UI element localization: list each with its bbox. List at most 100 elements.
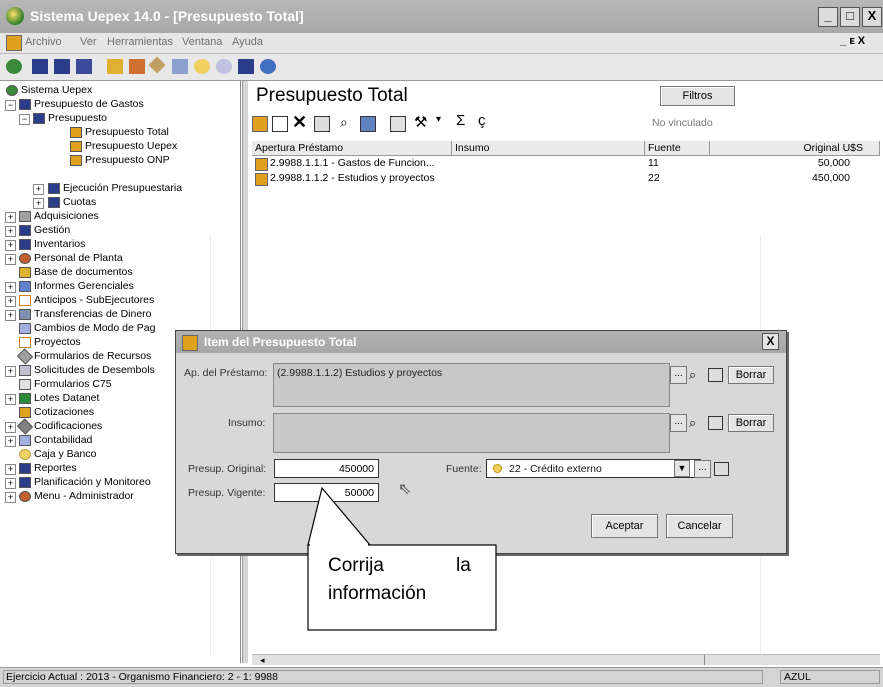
table-row[interactable]: 2.9988.1.1.2 - Estudios y proyectos 22 4… — [252, 172, 880, 186]
coin-icon[interactable] — [194, 59, 210, 74]
tree-item-caja-y-banco[interactable]: Caja y Banco — [19, 447, 96, 461]
ap-prestamo-browse-button[interactable]: ... — [670, 366, 687, 384]
delete-icon[interactable]: ✕ — [292, 112, 307, 133]
expand-icon[interactable]: + — [5, 478, 16, 489]
search-icon[interactable]: ⌕ — [340, 114, 348, 131]
scroll-left-icon[interactable]: ◂ — [260, 655, 265, 665]
expand-icon[interactable]: + — [5, 366, 16, 377]
tree-item-lotes-datanet[interactable]: Lotes Datanet — [19, 391, 99, 405]
tree-item-presupuesto-de-gastos[interactable]: Presupuesto de Gastos — [19, 97, 144, 111]
insumo-browse-button[interactable]: ... — [670, 414, 687, 432]
collapse-icon[interactable]: − — [5, 100, 16, 111]
tree-item-reportes[interactable]: Reportes — [19, 461, 77, 475]
tree-item-formularios-recursos[interactable]: Formularios de Recursos — [16, 348, 151, 365]
horizontal-scrollbar[interactable]: ◂ — [252, 654, 880, 665]
currency-icon[interactable]: ç — [478, 112, 486, 129]
menu-ventana[interactable]: Ventana — [182, 36, 222, 48]
tree-item-menu-administrador[interactable]: Menu - Administrador — [19, 489, 134, 503]
expand-icon[interactable]: + — [5, 296, 16, 307]
table-row[interactable]: 2.9988.1.1.1 - Gastos de Funcion... 11 5… — [252, 157, 880, 171]
edit-icon[interactable] — [252, 116, 268, 132]
tree-item-inventarios[interactable]: Inventarios — [19, 237, 85, 251]
tree-item-cuotas[interactable]: Cuotas — [48, 195, 96, 209]
properties-icon[interactable] — [708, 416, 723, 430]
mdi-restore-button[interactable]: ᴇ — [849, 35, 855, 47]
tree-item-transferencias[interactable]: Transferencias de Dinero — [19, 307, 152, 321]
expand-icon[interactable]: + — [5, 422, 16, 433]
tree-item-planificacion[interactable]: Planificación y Monitoreo — [19, 475, 151, 489]
properties-icon[interactable] — [708, 368, 723, 382]
tree-item-presupuesto-onp[interactable]: Presupuesto ONP — [70, 153, 170, 167]
tree-item-base-de-documentos[interactable]: Base de documentos — [19, 265, 133, 279]
expand-icon[interactable]: + — [5, 394, 16, 405]
check-icon[interactable] — [172, 59, 188, 74]
column-insumo[interactable]: Insumo — [452, 141, 645, 155]
quotas-icon[interactable] — [76, 59, 92, 74]
tree-item-personal-de-planta[interactable]: Personal de Planta — [19, 251, 123, 265]
fuente-browse-button[interactable]: ... — [694, 460, 711, 478]
properties-icon[interactable] — [314, 116, 330, 132]
expand-icon[interactable]: + — [5, 492, 16, 503]
maximize-button[interactable]: □ — [840, 7, 860, 27]
fuente-select[interactable]: 22 - Crédito externo — [486, 459, 701, 478]
expand-icon[interactable]: + — [5, 464, 16, 475]
tree-root[interactable]: Sistema Uepex — [6, 83, 92, 97]
ap-prestamo-field[interactable]: (2.9988.1.1.2) Estudios y proyectos — [273, 363, 670, 407]
expand-icon[interactable]: + — [5, 436, 16, 447]
tree-item-solicitudes-desembolso[interactable]: Solicitudes de Desembols — [19, 363, 155, 377]
menu-herramientas[interactable]: Herramientas — [107, 36, 173, 48]
home-icon[interactable] — [6, 59, 22, 74]
column-original[interactable]: Original U$S — [710, 141, 880, 155]
documents-icon[interactable] — [107, 59, 123, 74]
dialog-close-button[interactable]: X — [762, 333, 779, 350]
transfer-icon[interactable] — [216, 59, 232, 74]
column-apertura[interactable]: Apertura Préstamo — [252, 141, 452, 155]
refresh-icon[interactable] — [390, 116, 406, 132]
tree-item-codificaciones[interactable]: Codificaciones — [16, 418, 102, 435]
sum-icon[interactable]: Σ — [456, 112, 465, 129]
tree-item-presupuesto[interactable]: Presupuesto — [33, 111, 107, 125]
binoculars-icon[interactable]: ⌕ — [689, 367, 696, 383]
expand-icon[interactable]: + — [33, 198, 44, 209]
mdi-close-button[interactable]: X — [858, 35, 865, 47]
tree-item-cambios-modo-pago[interactable]: Cambios de Modo de Pag — [19, 321, 155, 335]
budget-icon[interactable] — [32, 59, 48, 74]
binoculars-icon[interactable]: ⌕ — [689, 415, 696, 431]
tools-icon[interactable]: ⚒ — [414, 113, 427, 131]
tree-item-presupuesto-uepex[interactable]: Presupuesto Uepex — [70, 139, 177, 153]
tree-item-gestion[interactable]: Gestión — [19, 223, 70, 237]
insumo-borrar-button[interactable]: Borrar — [728, 414, 774, 432]
filtros-button[interactable]: Filtros — [660, 86, 735, 106]
tree-item-ejecucion-presupuestaria[interactable]: Ejecución Presupuestaria — [48, 181, 182, 195]
expand-icon[interactable]: + — [5, 226, 16, 237]
tree-item-cotizaciones[interactable]: Cotizaciones — [19, 405, 94, 419]
menu-archivo[interactable]: Archivo — [25, 36, 62, 48]
planning-icon[interactable] — [238, 59, 254, 74]
expand-icon[interactable]: + — [5, 254, 16, 265]
new-icon[interactable] — [272, 116, 288, 132]
ap-prestamo-borrar-button[interactable]: Borrar — [728, 366, 774, 384]
reports-icon[interactable] — [129, 59, 145, 74]
tree-item-informes-gerenciales[interactable]: Informes Gerenciales — [19, 279, 134, 293]
properties-icon[interactable] — [714, 462, 729, 476]
tree-item-contabilidad[interactable]: Contabilidad — [19, 433, 92, 447]
aceptar-button[interactable]: Aceptar — [591, 514, 658, 538]
tree-item-formularios-c75[interactable]: Formularios C75 — [19, 377, 112, 391]
chevron-down-icon[interactable]: ▼ — [674, 460, 690, 477]
close-button[interactable]: X — [862, 7, 882, 27]
expand-icon[interactable]: + — [33, 184, 44, 195]
menu-ver[interactable]: Ver — [80, 36, 97, 48]
menu-ayuda[interactable]: Ayuda — [232, 36, 263, 48]
expand-icon[interactable]: + — [5, 212, 16, 223]
tree-item-proyectos[interactable]: Proyectos — [19, 335, 81, 349]
tree-item-anticipos[interactable]: Anticipos - SubEjecutores — [19, 293, 154, 307]
expand-icon[interactable]: + — [5, 282, 16, 293]
mdi-minimize-button[interactable]: _ — [840, 35, 846, 47]
execution-icon[interactable] — [54, 59, 70, 74]
minimize-button[interactable]: _ — [818, 7, 838, 27]
tag-icon[interactable] — [148, 56, 166, 74]
chevron-down-icon[interactable]: ▾ — [436, 114, 441, 125]
presup-original-input[interactable] — [274, 459, 379, 478]
insumo-field[interactable] — [273, 413, 670, 453]
expand-icon[interactable]: + — [5, 310, 16, 321]
